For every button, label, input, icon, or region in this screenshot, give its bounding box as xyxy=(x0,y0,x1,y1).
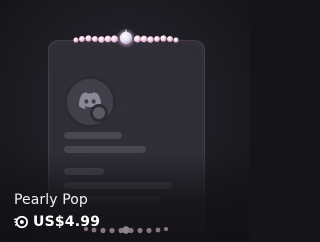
price-label: US$4.99 xyxy=(33,214,101,230)
shop-item-card[interactable]: Pearly Pop US$4.99 xyxy=(0,0,250,242)
status-indicator xyxy=(90,104,108,122)
avatar xyxy=(64,76,116,128)
pearl-necklace-icon xyxy=(70,28,182,50)
skeleton-line xyxy=(64,132,122,139)
nitro-orb-icon xyxy=(14,215,28,229)
price-row: US$4.99 xyxy=(14,214,100,230)
product-name: Pearly Pop xyxy=(14,192,88,208)
